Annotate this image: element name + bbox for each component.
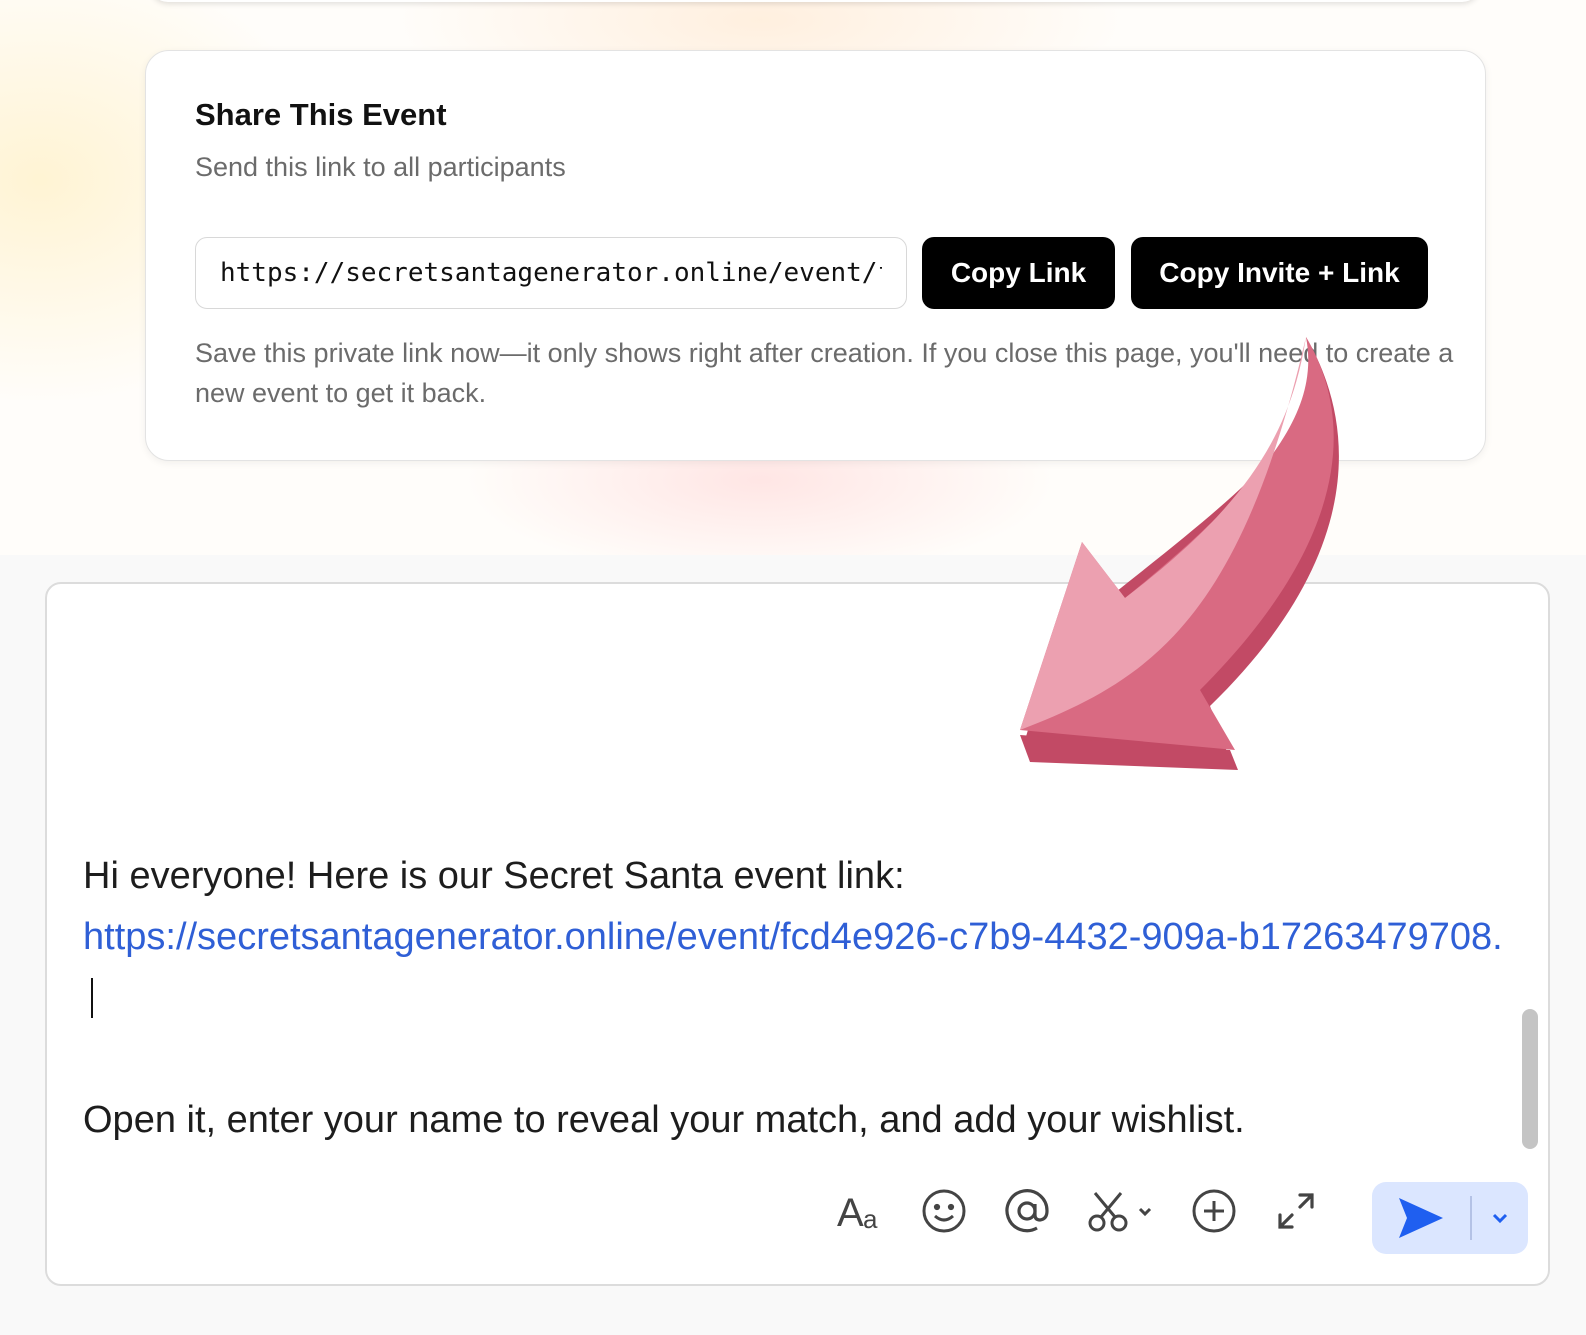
share-title: Share This Event xyxy=(195,97,447,132)
text-caret xyxy=(91,978,93,1018)
message-greeting: Hi everyone! Here is our Secret Santa ev… xyxy=(83,855,905,897)
scissors-icon[interactable] xyxy=(1083,1182,1159,1240)
chevron-down-icon xyxy=(1492,1213,1508,1224)
share-note: Save this private link now—it only shows… xyxy=(195,338,1454,408)
message-instructions: Open it, enter your name to reveal your … xyxy=(83,1099,1245,1141)
copy-link-button[interactable]: Copy Link xyxy=(922,237,1115,309)
send-options-dropdown[interactable] xyxy=(1472,1182,1528,1254)
share-event-card: Share This Event Send this link to all p… xyxy=(145,50,1486,461)
plus-circle-icon[interactable] xyxy=(1185,1182,1243,1240)
message-body[interactable]: Hi everyone! Here is our Secret Santa ev… xyxy=(83,846,1503,1151)
copy-invite-link-button[interactable]: Copy Invite + Link xyxy=(1131,237,1428,309)
message-link[interactable]: https://secretsantagenerator.online/even… xyxy=(83,916,1503,958)
emoji-icon[interactable] xyxy=(915,1182,973,1240)
message-compose-box[interactable]: Hi everyone! Here is our Secret Santa ev… xyxy=(45,582,1550,1286)
previous-card xyxy=(150,0,1480,2)
svg-text:a: a xyxy=(863,1204,878,1234)
mention-icon[interactable] xyxy=(998,1182,1056,1240)
send-button[interactable] xyxy=(1372,1182,1470,1254)
text-format-icon[interactable]: A a xyxy=(832,1182,890,1240)
share-subtitle: Send this link to all participants xyxy=(195,152,566,182)
scrollbar[interactable] xyxy=(1522,1009,1538,1149)
send-button-group xyxy=(1372,1182,1528,1254)
svg-text:A: A xyxy=(837,1191,864,1234)
event-link-field[interactable] xyxy=(195,237,907,309)
send-icon xyxy=(1399,1198,1443,1238)
expand-icon[interactable] xyxy=(1267,1182,1325,1240)
